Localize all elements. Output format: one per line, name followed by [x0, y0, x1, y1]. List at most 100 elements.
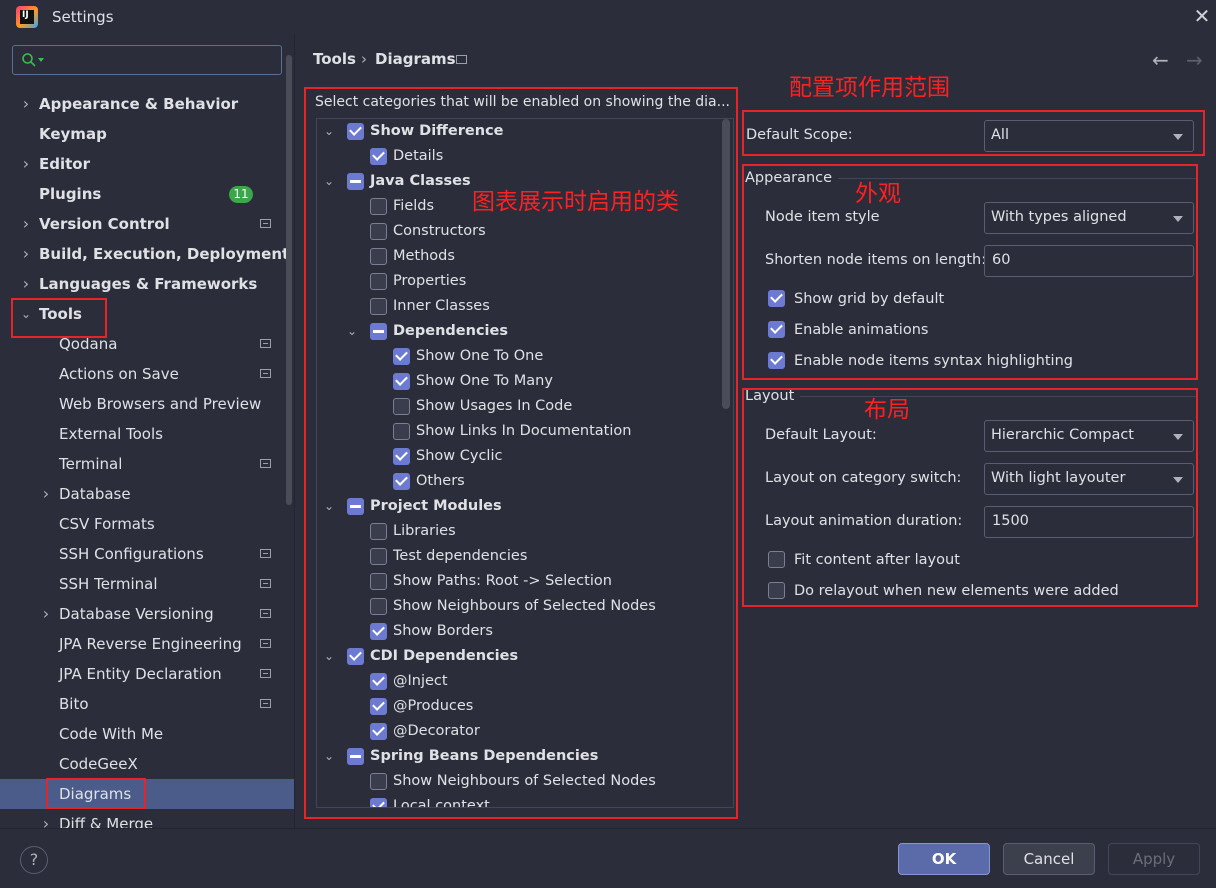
chevron-down-icon[interactable]: ⌄	[323, 119, 335, 144]
category-row[interactable]: Test dependencies	[317, 544, 727, 569]
search-input[interactable]	[12, 45, 282, 75]
sidebar-item[interactable]: › Appearance & Behavior	[0, 89, 294, 119]
sidebar-item[interactable]: Qodana	[0, 329, 294, 359]
sidebar-item[interactable]: Keymap	[0, 119, 294, 149]
sidebar-item[interactable]: JPA Reverse Engineering	[0, 629, 294, 659]
category-row[interactable]: Show Links In Documentation	[317, 419, 727, 444]
search-options-icon[interactable]	[38, 58, 44, 62]
sidebar-item[interactable]: Terminal	[0, 449, 294, 479]
sidebar-item[interactable]: › Languages & Frameworks	[0, 269, 294, 299]
category-checkbox[interactable]	[370, 773, 387, 790]
category-row[interactable]: Show Usages In Code	[317, 394, 727, 419]
option-checkbox[interactable]	[768, 582, 785, 599]
category-row[interactable]: Libraries	[317, 519, 727, 544]
sidebar-item[interactable]: › Database	[0, 479, 294, 509]
categories-scrollbar[interactable]	[722, 119, 730, 409]
chevron-down-icon[interactable]: ⌄	[20, 299, 32, 329]
chevron-right-icon[interactable]: ›	[20, 269, 32, 299]
category-row[interactable]: ⌄ Show Difference	[317, 119, 727, 144]
category-row[interactable]: Inner Classes	[317, 294, 727, 319]
animation-duration-field[interactable]: 1500	[984, 506, 1194, 538]
breadcrumb-tools[interactable]: Tools	[313, 50, 356, 68]
category-row[interactable]: Show Borders	[317, 619, 727, 644]
option-checkbox[interactable]	[768, 352, 785, 369]
sidebar-item[interactable]: Web Browsers and Preview	[0, 389, 294, 419]
category-row[interactable]: Show One To Many	[317, 369, 727, 394]
back-arrow-icon[interactable]: ←	[1152, 48, 1169, 72]
sidebar-item[interactable]: Diagrams	[0, 779, 294, 809]
category-row[interactable]: Show Cyclic	[317, 444, 727, 469]
category-row[interactable]: Constructors	[317, 219, 727, 244]
category-row[interactable]: Show Neighbours of Selected Nodes	[317, 594, 727, 619]
chevron-down-icon[interactable]: ⌄	[323, 494, 335, 519]
category-checkbox[interactable]	[393, 373, 410, 390]
category-row[interactable]: Others	[317, 469, 727, 494]
category-row[interactable]: ⌄ Project Modules	[317, 494, 727, 519]
category-checkbox[interactable]	[370, 573, 387, 590]
category-checkbox[interactable]	[370, 798, 387, 807]
default-scope-select[interactable]: All	[984, 120, 1194, 152]
category-checkbox[interactable]	[370, 198, 387, 215]
help-button[interactable]: ?	[20, 846, 48, 874]
cancel-button[interactable]: Cancel	[1003, 843, 1095, 875]
close-icon[interactable]: ✕	[1192, 5, 1212, 27]
category-checkbox[interactable]	[393, 448, 410, 465]
sidebar-item[interactable]: JPA Entity Declaration	[0, 659, 294, 689]
sidebar-item[interactable]: › Database Versioning	[0, 599, 294, 629]
category-row[interactable]: @Produces	[317, 694, 727, 719]
categories-tree[interactable]: ⌄ Show Difference Details ⌄ Java Classes Fiel…	[316, 118, 734, 808]
category-row[interactable]: @Inject	[317, 669, 727, 694]
chevron-right-icon[interactable]: ›	[20, 239, 32, 269]
sidebar-item[interactable]: CSV Formats	[0, 509, 294, 539]
category-checkbox[interactable]	[370, 673, 387, 690]
category-switch-select[interactable]: With light layouter	[984, 463, 1194, 495]
category-checkbox[interactable]	[347, 123, 364, 140]
category-row[interactable]: Methods	[317, 244, 727, 269]
sidebar-item[interactable]: Bito	[0, 689, 294, 719]
shorten-length-field[interactable]: 60	[984, 245, 1194, 277]
category-checkbox[interactable]	[370, 298, 387, 315]
sidebar-item[interactable]: › Version Control	[0, 209, 294, 239]
chevron-right-icon[interactable]: ›	[20, 149, 32, 179]
category-checkbox[interactable]	[370, 698, 387, 715]
category-checkbox[interactable]	[370, 523, 387, 540]
category-checkbox[interactable]	[370, 223, 387, 240]
chevron-right-icon[interactable]: ›	[40, 599, 52, 629]
category-row[interactable]: Details	[317, 144, 727, 169]
category-row[interactable]: ⌄ Spring Beans Dependencies	[317, 744, 727, 769]
option-checkbox[interactable]	[768, 321, 785, 338]
sidebar-item[interactable]: SSH Terminal	[0, 569, 294, 599]
category-checkbox[interactable]	[393, 348, 410, 365]
category-checkbox[interactable]	[347, 173, 364, 190]
category-checkbox[interactable]	[393, 423, 410, 440]
sidebar-item[interactable]: External Tools	[0, 419, 294, 449]
chevron-right-icon[interactable]: ›	[40, 479, 52, 509]
sidebar-item[interactable]: › Editor	[0, 149, 294, 179]
sidebar-item[interactable]: Actions on Save	[0, 359, 294, 389]
category-checkbox[interactable]	[370, 723, 387, 740]
chevron-down-icon[interactable]: ⌄	[323, 169, 335, 194]
ok-button[interactable]: OK	[898, 843, 990, 875]
sidebar-item[interactable]: › Build, Execution, Deployment	[0, 239, 294, 269]
forward-arrow-icon[interactable]: →	[1186, 48, 1203, 72]
category-checkbox[interactable]	[347, 648, 364, 665]
chevron-down-icon[interactable]: ⌄	[346, 319, 358, 344]
category-row[interactable]: Show Neighbours of Selected Nodes	[317, 769, 727, 794]
category-checkbox[interactable]	[370, 248, 387, 265]
category-checkbox[interactable]	[370, 548, 387, 565]
category-checkbox[interactable]	[370, 323, 387, 340]
apply-button[interactable]: Apply	[1108, 843, 1200, 875]
category-checkbox[interactable]	[370, 623, 387, 640]
sidebar-item[interactable]: Code With Me	[0, 719, 294, 749]
option-checkbox[interactable]	[768, 551, 785, 568]
panel-divider[interactable]	[294, 34, 295, 828]
sidebar-item[interactable]: ⌄ Tools	[0, 299, 294, 329]
category-checkbox[interactable]	[347, 498, 364, 515]
category-checkbox[interactable]	[370, 148, 387, 165]
sidebar-scrollbar[interactable]	[286, 55, 292, 505]
category-row[interactable]: Show One To One	[317, 344, 727, 369]
sidebar-item[interactable]: CodeGeeX	[0, 749, 294, 779]
category-row[interactable]: ⌄ CDI Dependencies	[317, 644, 727, 669]
chevron-right-icon[interactable]: ›	[20, 89, 32, 119]
option-checkbox[interactable]	[768, 290, 785, 307]
